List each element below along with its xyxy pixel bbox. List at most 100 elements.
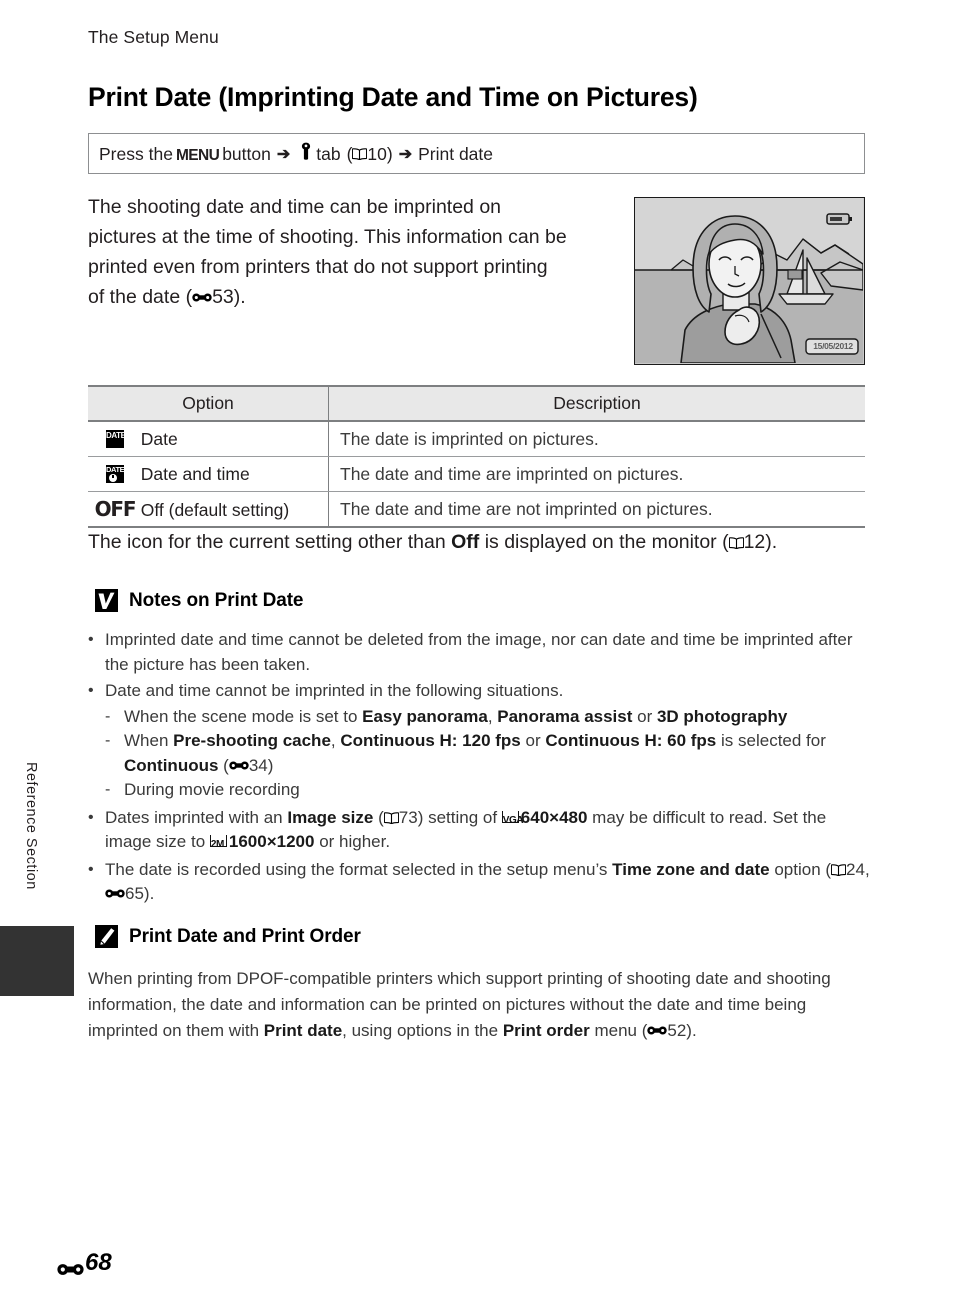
notes-bullet-list: • Imprinted date and time cannot be dele… <box>88 628 870 908</box>
tip-part3: menu ( <box>589 1021 648 1040</box>
off-icon: OFF <box>94 497 137 521</box>
vga-glyph-box <box>501 810 519 823</box>
list-item: - When the scene mode is set to Easy pan… <box>105 705 870 730</box>
date-time-badge-icon: DATE <box>94 464 136 485</box>
instruction-press-the: Press the <box>99 144 173 164</box>
arrow-right-icon-2: ➔ <box>398 146 413 163</box>
off-icon-text: OFF <box>94 497 137 521</box>
tip-b2: Print order <box>502 1021 590 1040</box>
intro-line-2: pictures at the time of shooting. This i… <box>88 226 567 248</box>
sidebar-vertical-label: Reference Section <box>23 762 39 890</box>
sub2-b2: Continuous H: 120 fps <box>340 731 521 750</box>
option-label-date: Date <box>140 428 178 449</box>
bullet-dot: • <box>88 631 94 648</box>
instruction-line: Press the MENU button ➔ tab ( 10 ) ➔ Pri… <box>99 142 493 165</box>
options-table: Option Description DATE Date The date is… <box>88 385 865 528</box>
notes-heading: Notes on Print Date <box>95 589 304 612</box>
notes-bullet-1-text: Imprinted date and time cannot be delete… <box>105 630 853 674</box>
after-table-mid: is displayed on the monitor ( <box>479 531 729 553</box>
wrench-icon <box>296 142 316 165</box>
reference-section-icon <box>229 760 249 771</box>
sub2-b3: Continuous H: 60 fps <box>545 731 717 750</box>
date-time-badge-text: DATE <box>106 464 125 474</box>
dash-marker: - <box>105 707 111 725</box>
sub2-post: is selected for <box>716 731 826 750</box>
pencil-icon <box>95 925 118 948</box>
instruction-box: Press the MENU button ➔ tab ( 10 ) ➔ Pri… <box>88 133 865 174</box>
sub-bullet-1: When the scene mode is set to Easy panor… <box>124 705 870 730</box>
sub1-b2: Panorama assist <box>497 706 633 726</box>
menu-button-label: MENU <box>175 146 220 164</box>
page-number-value: 68 <box>85 1249 112 1276</box>
intro-line-4: of the date (53). <box>88 282 626 312</box>
sub1-b3: 3D photography <box>656 706 788 726</box>
page-title: Print Date (Imprinting Date and Time on … <box>88 82 698 112</box>
list-item: • Imprinted date and time cannot be dele… <box>88 628 870 677</box>
list-item: • The date is recorded using the format … <box>88 858 870 907</box>
b3-b1: Image size <box>287 807 374 827</box>
sub1-sep2: or <box>632 706 657 726</box>
sub2-sep2: or <box>520 731 546 750</box>
b3-ref-open: ( <box>373 807 384 827</box>
after-table-sentence: The icon for the current setting other t… <box>88 528 878 556</box>
book-icon <box>352 148 368 160</box>
b3-ref-close: ) setting of <box>417 807 502 827</box>
table-row: OFF Off (default setting) The date and t… <box>88 491 865 528</box>
b4-post: option ( <box>769 859 832 879</box>
book-icon <box>383 811 399 824</box>
list-item: - During movie recording <box>105 778 870 803</box>
sub-bullet-3: During movie recording <box>124 780 300 799</box>
option-cell-off: OFF Off (default setting) <box>88 491 329 528</box>
b4-comma: , <box>864 859 870 879</box>
option-label-off: Off (default setting) <box>140 500 290 520</box>
list-item: • Date and time cannot be imprinted in t… <box>88 679 870 704</box>
list-item: • Dates imprinted with an Image size (73… <box>88 806 870 855</box>
tip-heading: Print Date and Print Order <box>95 925 361 948</box>
reference-section-icon <box>192 292 212 303</box>
tip-part2: , using options in the <box>342 1021 503 1040</box>
sub2-ref: 34 <box>248 755 268 775</box>
instruction-paren-open: ( <box>346 144 353 164</box>
section-tab <box>0 926 74 996</box>
dash-marker: - <box>105 781 111 798</box>
b3-b2: 640×480 <box>520 807 588 827</box>
manual-page: The Setup Menu Print Date (Imprinting Da… <box>0 0 954 1314</box>
tip-body: When printing from DPOF-compatible print… <box>88 966 878 1044</box>
date-badge-square: DATE <box>106 429 126 448</box>
notes-bullet-2-text: Date and time cannot be imprinted in the… <box>105 681 564 700</box>
column-header-description: Description <box>328 385 865 422</box>
intro-line-4-post: ). <box>233 286 246 308</box>
tip-heading-title: Print Date and Print Order <box>129 925 361 947</box>
after-table-bold: Off <box>451 531 480 553</box>
notes-bullet-3: Dates imprinted with an Image size (73) … <box>105 806 870 855</box>
notes-heading-title: Notes on Print Date <box>129 589 304 611</box>
b4-ref-e: 65 <box>125 884 144 903</box>
clock-glyph <box>109 473 117 482</box>
table-header-row: Option Description <box>88 385 865 422</box>
after-table-pre: The icon for the current setting other t… <box>88 531 452 553</box>
tip-b1: Print date <box>263 1021 343 1040</box>
sub1-pre: When the scene mode is set to <box>124 706 363 726</box>
instruction-tab-word: tab <box>316 144 341 164</box>
list-item: - When Pre-shooting cache, Continuous H:… <box>105 729 870 778</box>
after-table-post: ). <box>765 531 778 553</box>
sub2-ref-open: ( <box>218 755 229 775</box>
intro-line-3: printed even from printers that do not s… <box>88 256 548 278</box>
sub1-sep1: , <box>487 706 498 726</box>
notes-bullet-4: The date is recorded using the format se… <box>105 858 870 907</box>
date-badge-text: DATE <box>106 430 126 440</box>
book-icon <box>831 863 847 876</box>
description-cell-date: The date is imprinted on pictures. <box>328 421 865 457</box>
description-cell-off: The date and time are not imprinted on p… <box>328 491 865 528</box>
sub2-b1: Pre-shooting cache <box>173 731 331 750</box>
bullet-dot: • <box>88 860 94 878</box>
camera-monitor-illustration: 15/05/2012 <box>634 197 865 365</box>
date-time-badge-square: DATE <box>106 464 125 483</box>
running-header: The Setup Menu <box>88 27 219 47</box>
tip-ref: 52 <box>667 1021 687 1040</box>
b3-b3: 1600×1200 <box>228 832 315 851</box>
option-label-date-and-time: Date and time <box>140 463 250 484</box>
bullet-dot: • <box>88 808 94 826</box>
option-cell-date-and-time: DATE Date and time <box>88 456 329 492</box>
reference-section-icon <box>647 1025 668 1036</box>
